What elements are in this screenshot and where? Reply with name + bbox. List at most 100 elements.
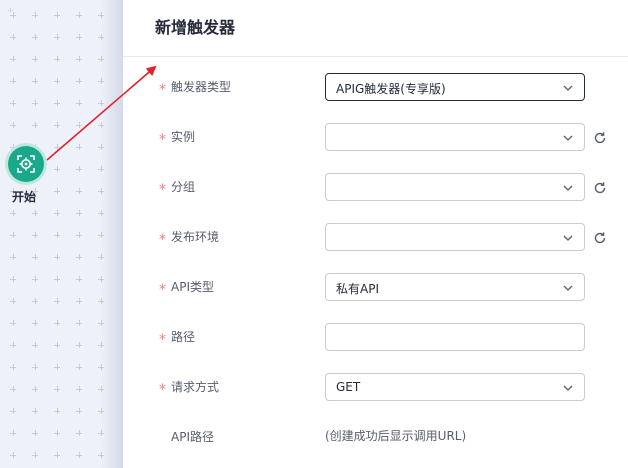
instance-label: 实例	[171, 130, 196, 144]
grid-plus-mark	[76, 364, 82, 370]
grid-plus-mark	[76, 144, 82, 150]
grid-plus-mark	[76, 320, 82, 326]
grid-plus-mark	[76, 276, 82, 282]
grid-plus-mark	[54, 122, 60, 128]
chevron-down-icon	[563, 85, 573, 91]
grid-plus-mark	[32, 56, 38, 62]
api-type-select[interactable]: 私有API	[325, 273, 585, 301]
group-label: 分组	[171, 180, 196, 194]
refresh-icon[interactable]	[593, 181, 607, 195]
refresh-icon[interactable]	[593, 231, 607, 245]
grid-plus-mark	[54, 364, 60, 370]
grid-plus-mark	[32, 408, 38, 414]
grid-plus-mark	[54, 298, 60, 304]
api-type-value: 私有API	[336, 282, 379, 296]
grid-plus-mark	[10, 452, 16, 458]
grid-plus-mark	[32, 78, 38, 84]
grid-plus-mark	[54, 188, 60, 194]
grid-plus-mark	[32, 100, 38, 106]
trigger-type-select[interactable]: APIG触发器(专享版)	[325, 73, 585, 101]
grid-plus-mark	[10, 34, 16, 40]
path-label: 路径	[171, 330, 196, 344]
grid-plus-mark	[54, 276, 60, 282]
grid-plus-mark	[54, 166, 60, 172]
grid-plus-mark	[76, 12, 82, 18]
grid-plus-mark	[54, 34, 60, 40]
grid-plus-mark	[76, 122, 82, 128]
chevron-down-icon	[563, 235, 573, 241]
required-mark: *	[159, 182, 166, 198]
api-path-label: API路径	[171, 430, 214, 444]
panel-title: 新增触发器	[155, 18, 236, 37]
form-row-api-type: * API类型 私有API	[123, 273, 628, 303]
grid-plus-mark	[54, 210, 60, 216]
grid-plus-mark	[54, 430, 60, 436]
grid-plus-mark	[10, 210, 16, 216]
trigger-type-value: APIG触发器(专享版)	[336, 82, 446, 96]
grid-plus-mark	[32, 210, 38, 216]
chevron-down-icon	[563, 135, 573, 141]
grid-plus-mark	[76, 430, 82, 436]
grid-plus-mark	[76, 232, 82, 238]
instance-select[interactable]	[325, 123, 585, 151]
grid-plus-mark	[76, 408, 82, 414]
add-trigger-panel: 新增触发器 * 触发器类型 APIG触发器(专享版) * 实例 * 分组 * 发…	[123, 0, 628, 468]
required-mark: *	[159, 332, 166, 348]
required-mark: *	[159, 132, 166, 148]
grid-plus-mark	[10, 12, 16, 18]
grid-plus-mark	[76, 100, 82, 106]
environment-label: 发布环境	[171, 230, 220, 244]
grid-plus-mark	[32, 320, 38, 326]
grid-plus-mark	[54, 320, 60, 326]
start-node-label: 开始	[12, 190, 37, 204]
path-input[interactable]	[325, 323, 585, 351]
flow-canvas[interactable]: 开始	[0, 0, 123, 468]
grid-plus-mark	[10, 232, 16, 238]
title-divider	[123, 56, 628, 57]
required-mark: *	[159, 382, 166, 398]
form-row-environment: * 发布环境	[123, 223, 628, 253]
form-row-instance: * 实例	[123, 123, 628, 153]
trigger-type-label: 触发器类型	[171, 80, 232, 94]
start-node[interactable]	[8, 146, 44, 182]
grid-plus-mark	[10, 408, 16, 414]
chevron-down-icon	[563, 185, 573, 191]
grid-plus-mark	[76, 34, 82, 40]
grid-plus-mark	[54, 56, 60, 62]
grid-plus-mark	[10, 100, 16, 106]
chevron-down-icon	[563, 285, 573, 291]
form-row-method: * 请求方式 GET	[123, 373, 628, 403]
refresh-icon[interactable]	[593, 131, 607, 145]
method-select[interactable]: GET	[325, 373, 585, 401]
grid-plus-mark	[32, 430, 38, 436]
api-type-label: API类型	[171, 280, 214, 294]
grid-plus-mark	[10, 342, 16, 348]
grid-plus-mark	[76, 386, 82, 392]
grid-plus-mark	[76, 452, 82, 458]
chevron-down-icon	[563, 385, 573, 391]
grid-plus-mark	[10, 276, 16, 282]
start-node-icon	[17, 155, 35, 173]
grid-plus-mark	[32, 276, 38, 282]
form-row-group: * 分组	[123, 173, 628, 203]
required-mark: *	[159, 232, 166, 248]
grid-plus-mark	[32, 254, 38, 260]
grid-plus-mark	[32, 34, 38, 40]
grid-plus-mark	[54, 12, 60, 18]
grid-plus-mark	[76, 166, 82, 172]
grid-plus-mark	[10, 122, 16, 128]
group-select[interactable]	[325, 173, 585, 201]
grid-plus-mark	[54, 100, 60, 106]
environment-select[interactable]	[325, 223, 585, 251]
grid-plus-mark	[76, 210, 82, 216]
grid-plus-mark	[10, 298, 16, 304]
grid-plus-mark	[54, 78, 60, 84]
grid-plus-mark	[32, 298, 38, 304]
grid-plus-mark	[32, 12, 38, 18]
grid-plus-mark	[32, 386, 38, 392]
grid-plus-mark	[10, 254, 16, 260]
required-mark: *	[159, 282, 166, 298]
grid-plus-mark	[54, 254, 60, 260]
grid-plus-mark	[76, 188, 82, 194]
grid-plus-mark	[76, 342, 82, 348]
